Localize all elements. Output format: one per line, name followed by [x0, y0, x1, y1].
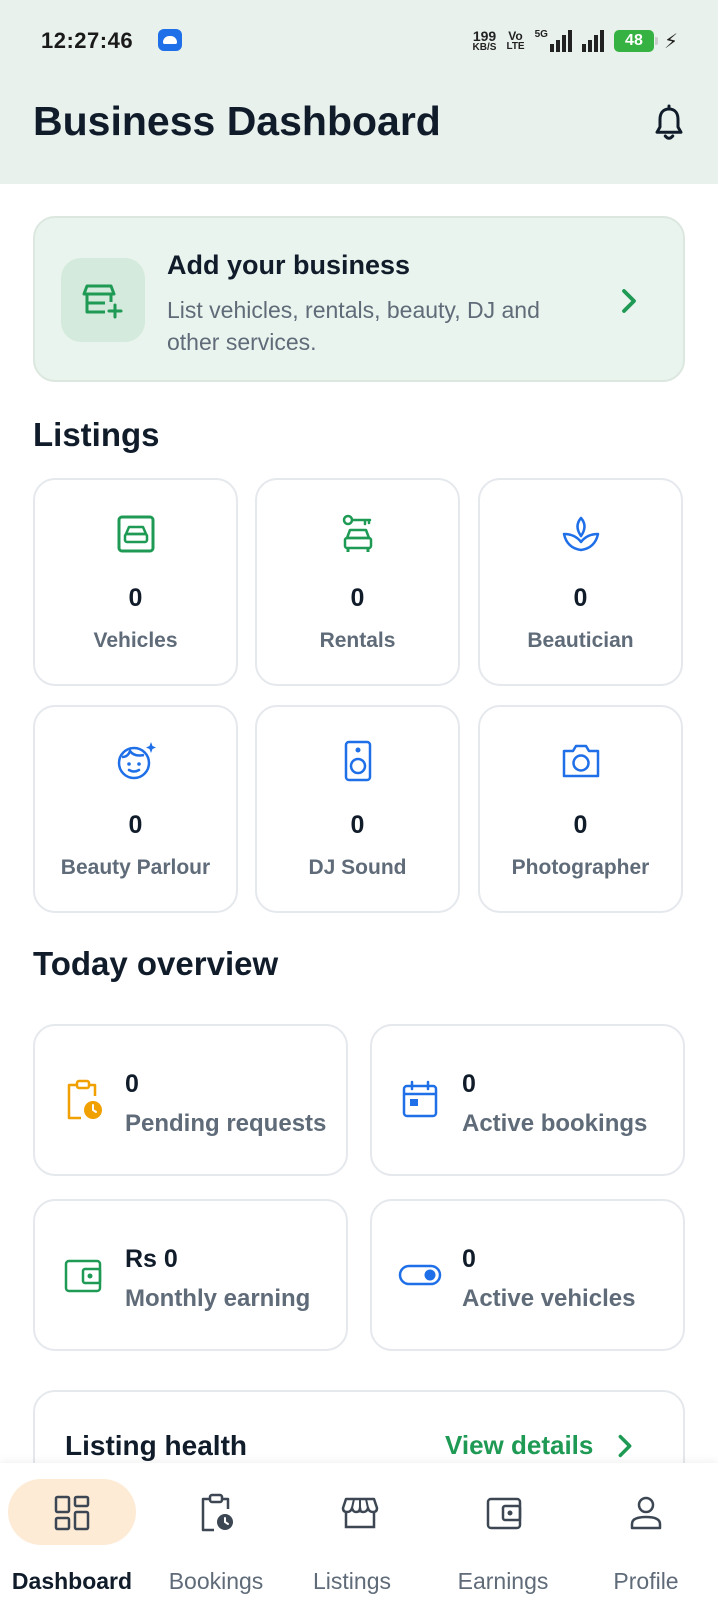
chevron-right-icon[interactable]	[615, 1432, 635, 1460]
nav-item-listings[interactable]: Listings	[288, 1463, 432, 1599]
network-speed: 199 KB/S	[472, 28, 497, 53]
status-time: 12:27:46	[41, 28, 134, 53]
face-sparkle-icon	[117, 742, 156, 780]
add-business-title: Add your business	[167, 250, 411, 280]
overview-value: 0	[462, 1070, 476, 1098]
listing-tile-dj-sound[interactable]: 0 DJ Sound	[255, 705, 460, 913]
listing-label: Vehicles	[93, 629, 178, 652]
overview-label: Pending requests	[125, 1110, 327, 1137]
listing-label: Beautician	[527, 629, 634, 652]
overview-value: 0	[125, 1070, 139, 1098]
chevron-right-icon	[622, 289, 636, 313]
listing-label: Beauty Parlour	[60, 856, 211, 879]
nav-item-earnings[interactable]: Earnings	[432, 1463, 576, 1599]
nav-label: Dashboard	[11, 1568, 133, 1594]
listing-health-title: Listing health	[65, 1430, 247, 1461]
charging-icon: ⚡	[663, 30, 678, 53]
nav-label: Bookings	[168, 1568, 264, 1594]
store-add-icon	[82, 284, 123, 319]
car-key-icon	[342, 514, 372, 552]
bottom-navigation: Dashboard Bookings Listings Earnings Pro…	[0, 1463, 718, 1599]
overview-value: Rs 0	[125, 1245, 178, 1273]
listing-count: 0	[350, 811, 365, 839]
listing-tile-photographer[interactable]: 0 Photographer	[478, 705, 683, 913]
listing-tile-vehicles[interactable]: 0 Vehicles	[33, 478, 238, 686]
listing-count: 0	[350, 584, 365, 612]
view-details-link[interactable]: View details	[445, 1430, 593, 1461]
overview-label: Monthly earning	[125, 1285, 311, 1312]
clipboard-clock-icon	[67, 1079, 102, 1120]
overview-label: Active bookings	[462, 1110, 648, 1137]
listing-tile-rentals[interactable]: 0 Rentals	[255, 478, 460, 686]
volte-indicator: Vo LTE	[506, 29, 525, 52]
add-business-subtitle: List vehicles, rentals, beauty, DJ and o…	[167, 297, 540, 355]
dashboard-icon	[54, 1495, 90, 1531]
car-icon	[117, 515, 154, 553]
top-app-bar: 12:27:46 199 KB/S Vo LTE 5G 48 ⚡ Busines…	[0, 0, 718, 184]
listing-tile-beautician[interactable]: 0 Beautician	[478, 478, 683, 686]
add-business-icon-box	[61, 258, 145, 342]
listing-label: Photographer	[511, 856, 650, 879]
overview-card-active-vehicles[interactable]: 0 Active vehicles	[370, 1199, 685, 1351]
bell-icon[interactable]	[651, 104, 687, 144]
listing-count: 0	[128, 811, 143, 839]
overview-card-active-bookings[interactable]: 0 Active bookings	[370, 1024, 685, 1176]
overview-label: Active vehicles	[462, 1285, 636, 1312]
person-icon	[630, 1496, 662, 1530]
listings-section-title: Listings	[33, 416, 160, 453]
battery-icon: 48	[613, 30, 658, 52]
signal-5g-icon: 5G	[535, 30, 572, 52]
status-indicators: 199 KB/S Vo LTE 5G 48 ⚡	[473, 26, 678, 56]
storefront-icon	[341, 1497, 379, 1529]
listing-count: 0	[573, 811, 588, 839]
overview-card-monthly-earning[interactable]: Rs 0 Monthly earning	[33, 1199, 348, 1351]
nav-label: Profile	[613, 1568, 679, 1594]
add-business-card[interactable]: Add your business List vehicles, rentals…	[33, 216, 685, 382]
spa-icon	[562, 516, 599, 552]
nav-label: Earnings	[457, 1568, 549, 1594]
overview-card-pending-requests[interactable]: 0 Pending requests	[33, 1024, 348, 1176]
calendar-icon	[402, 1080, 438, 1118]
signal-icon	[581, 30, 604, 52]
listing-label: Rentals	[319, 629, 396, 652]
toggle-on-icon	[398, 1264, 442, 1286]
nav-item-bookings[interactable]: Bookings	[144, 1463, 288, 1599]
listing-count: 0	[128, 584, 143, 612]
speaker-icon	[344, 740, 371, 782]
camera-icon	[562, 744, 599, 778]
wallet-icon	[486, 1497, 522, 1530]
listing-count: 0	[573, 584, 588, 612]
clipboard-clock-icon	[201, 1493, 233, 1532]
listing-tile-beauty-parlour[interactable]: 0 Beauty Parlour	[33, 705, 238, 913]
overview-section-title: Today overview	[33, 945, 279, 982]
page-title: Business Dashboard	[33, 98, 441, 144]
wallet-icon	[64, 1259, 102, 1293]
listing-label: DJ Sound	[308, 856, 407, 879]
overview-value: 0	[462, 1245, 476, 1273]
notification-app-icon	[158, 29, 182, 51]
nav-label: Listings	[313, 1568, 391, 1594]
nav-item-profile[interactable]: Profile	[576, 1463, 718, 1599]
nav-item-dashboard[interactable]: Dashboard	[0, 1463, 144, 1599]
